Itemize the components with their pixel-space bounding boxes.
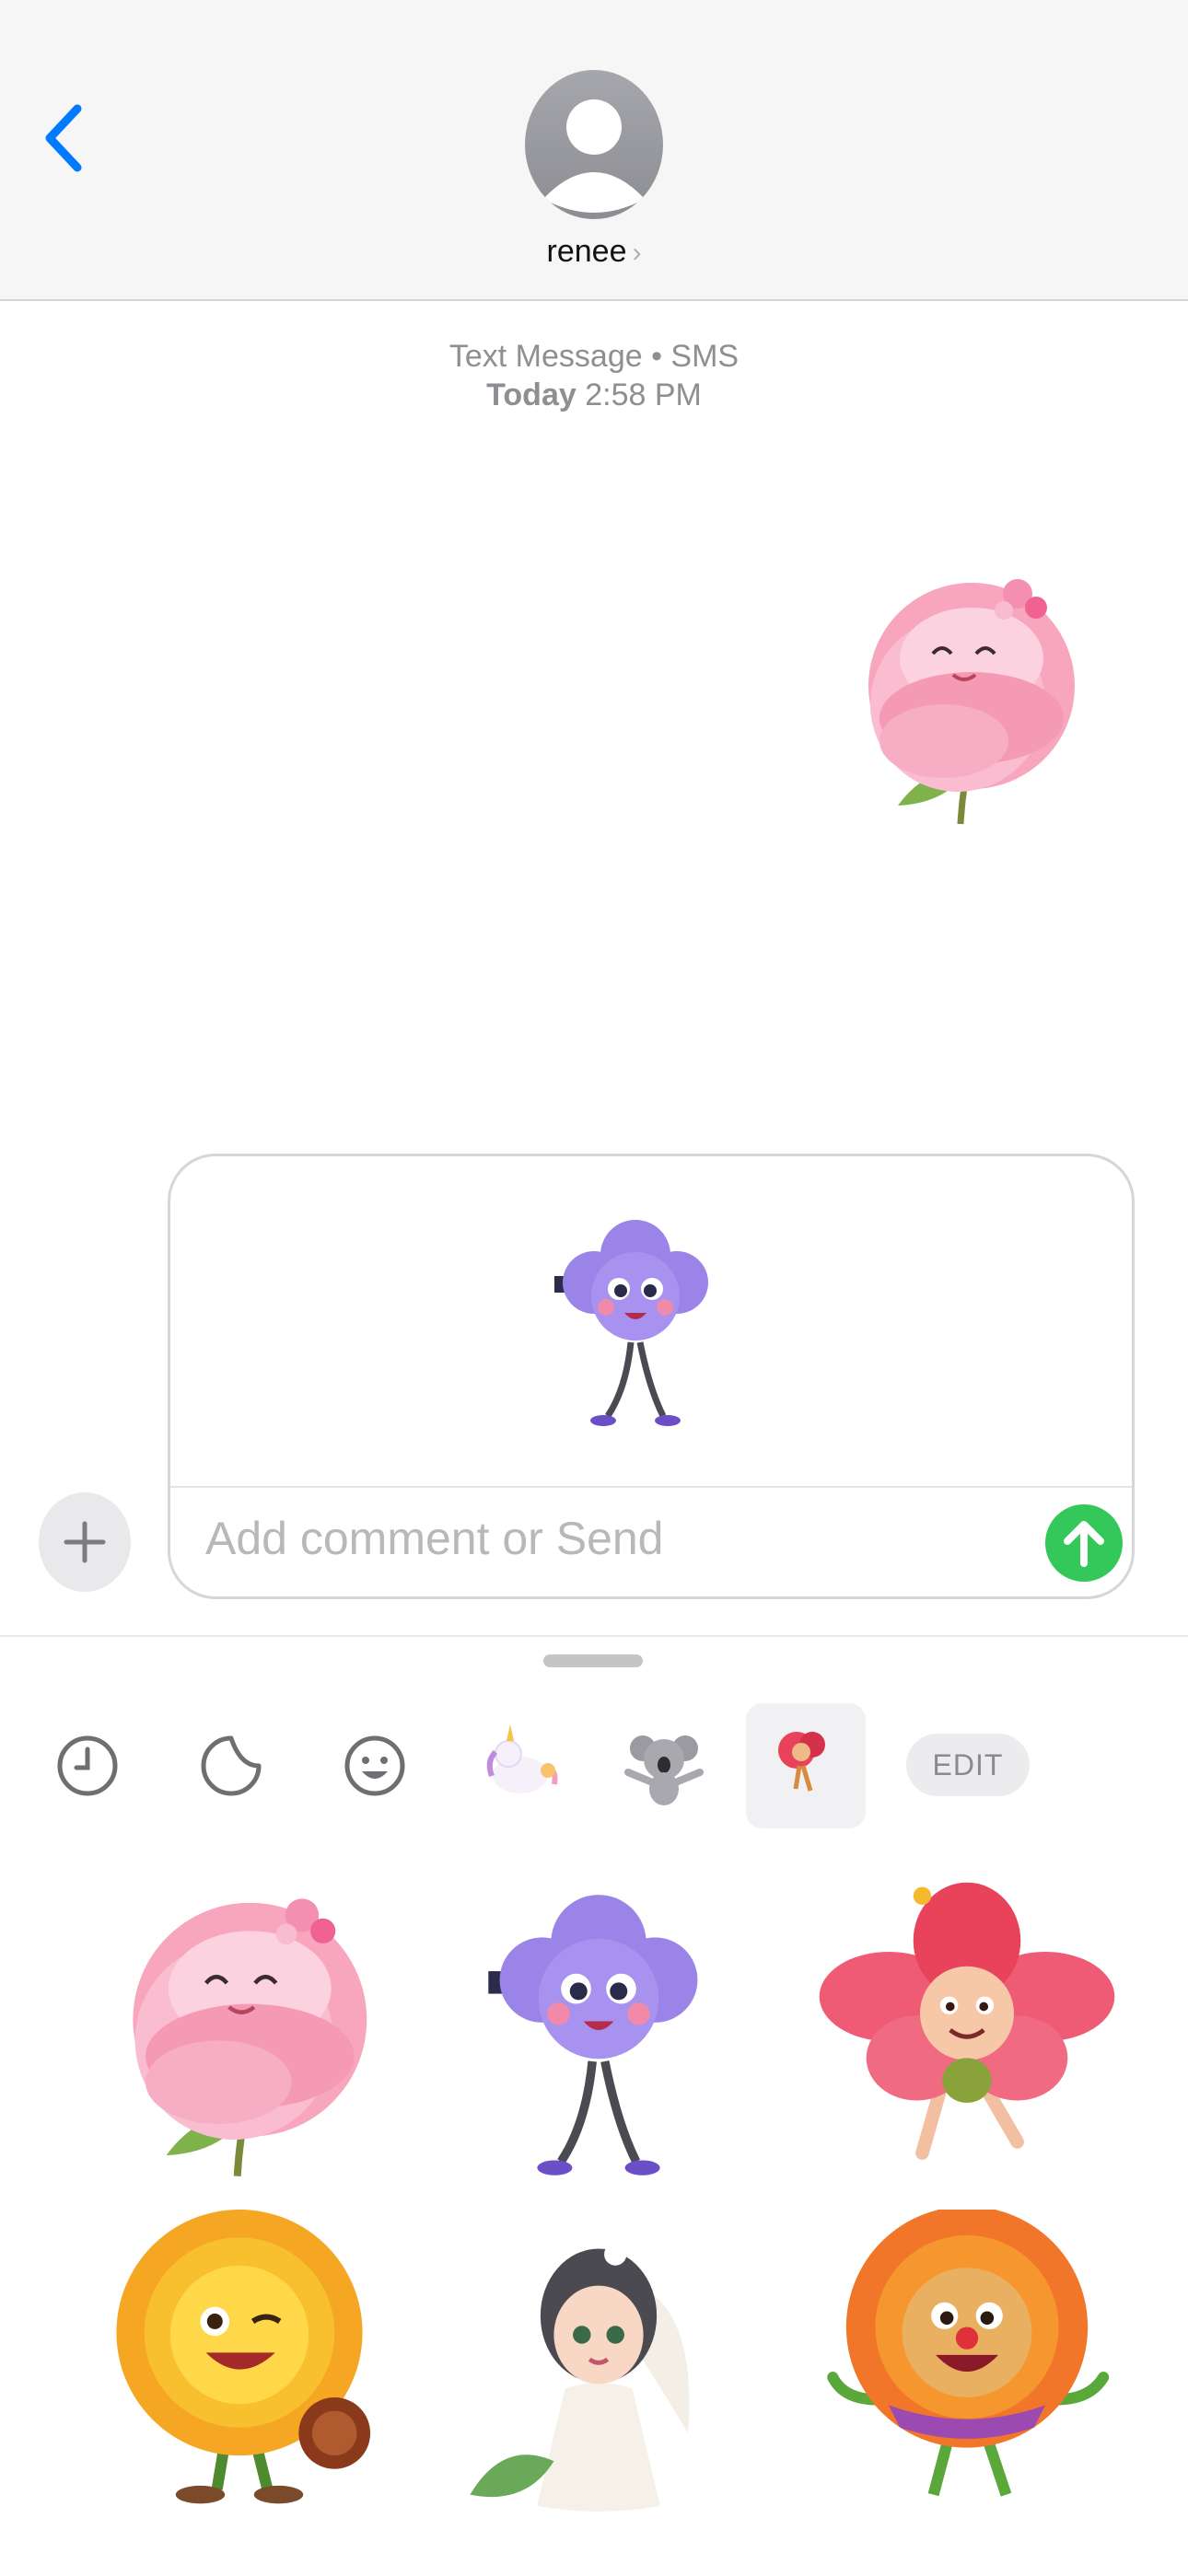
chevron-left-icon: [45, 104, 82, 172]
emoji-icon: [344, 1735, 405, 1796]
orange-daisy-clown-sticker: [827, 2206, 1110, 2497]
grid-sticker-bride[interactable]: [442, 2210, 755, 2523]
timestamp-time: 2:58 PM: [585, 377, 702, 412]
tab-flower-pack[interactable]: [746, 1703, 866, 1828]
sticker-icon: [201, 1735, 262, 1796]
bride-girl-sticker: [470, 2243, 690, 2512]
service-label: Text Message • SMS: [448, 339, 740, 374]
back-button[interactable]: [37, 101, 92, 175]
chevron-right-icon: ›: [632, 238, 642, 268]
red-flower-character-sticker: [819, 1882, 1115, 2160]
tray-grabber[interactable]: [543, 1654, 643, 1667]
comment-input[interactable]: Add comment or Send: [205, 1512, 664, 1565]
clock-icon: [57, 1735, 118, 1796]
koala-sticker-pack: [624, 1735, 704, 1805]
flower-sticker-pack: [778, 1732, 825, 1792]
tab-recents[interactable]: [28, 1703, 147, 1828]
grid-sticker-daisy-clown[interactable]: [810, 2206, 1124, 2523]
compose-box[interactable]: Add comment or Send: [168, 1154, 1135, 1599]
winking-sunflower-sticker: [116, 2210, 371, 2504]
pink-peony-sticker: [133, 1898, 367, 2176]
tab-emoji[interactable]: [315, 1703, 435, 1828]
edit-button[interactable]: EDIT: [906, 1734, 1030, 1796]
tab-unicorn-pack[interactable]: [460, 1703, 580, 1828]
tab-stickers[interactable]: [171, 1703, 291, 1828]
pink-peony-sticker: [868, 579, 1075, 825]
conversation-header: renee ›: [0, 0, 1188, 301]
attached-sticker[interactable]: [543, 1204, 728, 1434]
purple-flower-character-sticker: [554, 1220, 708, 1426]
timestamp: Today 2:58 PM: [0, 377, 1188, 413]
contact-name-label: renee: [546, 234, 627, 269]
send-button[interactable]: [1045, 1504, 1123, 1582]
plus-icon: [64, 1521, 106, 1563]
tab-koala-pack[interactable]: [604, 1703, 724, 1828]
grid-sticker-peony[interactable]: [83, 1874, 396, 2187]
compose-divider: [170, 1486, 1132, 1488]
sent-sticker-message[interactable]: [833, 557, 1091, 833]
grid-sticker-red-flower[interactable]: [810, 1874, 1124, 2187]
purple-flower-character-sticker: [488, 1895, 698, 2176]
contact-name[interactable]: renee ›: [0, 234, 1188, 270]
timestamp-day: Today: [486, 377, 577, 412]
avatar[interactable]: [525, 70, 663, 219]
grid-sticker-purple-flower[interactable]: [442, 1874, 755, 2187]
add-attachment-button[interactable]: [39, 1492, 131, 1592]
person-icon: [543, 99, 645, 213]
unicorn-sticker-pack: [486, 1724, 558, 1793]
arrow-up-icon: [1064, 1521, 1104, 1567]
grid-sticker-sunflower[interactable]: [83, 2210, 396, 2523]
